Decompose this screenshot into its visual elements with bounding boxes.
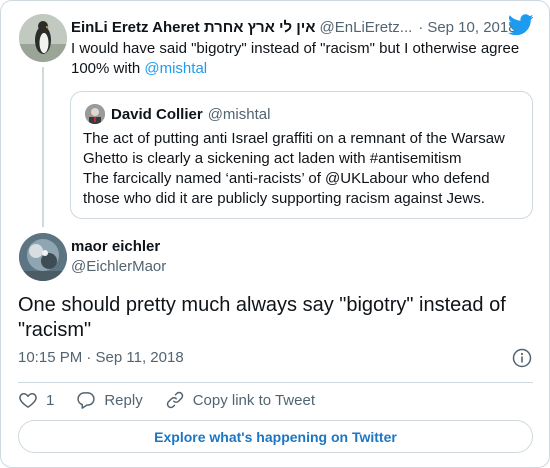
main-author-name[interactable]: maor eichler	[71, 238, 160, 255]
header-separator: ·	[418, 18, 424, 36]
reply-button[interactable]: Reply	[76, 390, 143, 410]
main-author-avatar[interactable]	[19, 233, 67, 281]
quoted-text-line: those who did it are publicly supporting…	[83, 190, 485, 207]
parent-tweet-date[interactable]: Sep 10, 2018	[427, 19, 516, 36]
quoted-text-line: Ghetto is clearly a sickening act laden …	[83, 150, 462, 167]
main-tweet-timestamp[interactable]: 10:15 PM · Sep 11, 2018	[18, 349, 184, 366]
explore-twitter-button[interactable]: Explore what's happening on Twitter	[18, 420, 533, 453]
parent-author-handle[interactable]: @EnLiEretz...	[320, 19, 413, 36]
thread-connector-line	[42, 67, 44, 227]
main-author-handle[interactable]: @EichlerMaor	[71, 258, 166, 275]
like-count: 1	[46, 391, 55, 409]
quoted-tweet-header: David Collier @mishtal	[85, 104, 270, 124]
quoted-text-line: The act of putting anti Israel graffiti …	[83, 130, 505, 147]
twitter-bird-icon[interactable]	[508, 14, 534, 36]
parent-tweet-body: I would have said "bigotry" instead of "…	[71, 40, 520, 77]
parent-tweet-header: EinLi Eretz Aheret אין לי ארץ אחרת @EnLi…	[71, 16, 531, 38]
quoted-author-name: David Collier	[111, 105, 203, 123]
quoted-tweet[interactable]: David Collier @mishtal The act of puttin…	[70, 91, 533, 219]
like-button[interactable]: 1	[18, 390, 54, 410]
quoted-text-line: The farcically named ‘anti-racists’ of @…	[83, 170, 490, 187]
heart-icon	[19, 393, 37, 408]
parent-author-avatar[interactable]	[19, 14, 67, 62]
actions-divider	[18, 382, 533, 383]
link-icon	[166, 391, 183, 409]
parent-author-name[interactable]: EinLi Eretz Aheret אין לי ארץ אחרת	[71, 19, 316, 36]
quoted-author-handle: @mishtal	[207, 105, 271, 123]
tweet-actions: 1 Reply Copy link to Tweet	[18, 389, 337, 411]
info-icon[interactable]	[512, 348, 532, 368]
quoted-tweet-text: The act of putting anti Israel graffiti …	[83, 129, 523, 209]
copy-link-label: Copy link to Tweet	[192, 391, 315, 409]
quoted-author-avatar	[85, 104, 105, 124]
tweet-embed-card: EinLi Eretz Aheret אין לי ארץ אחרת @EnLi…	[0, 0, 550, 468]
reply-icon	[77, 392, 96, 409]
parent-tweet-text: I would have said "bigotry" instead of "…	[71, 39, 531, 79]
mention-link-mishtal[interactable]: @mishtal	[144, 60, 207, 77]
reply-label: Reply	[104, 391, 143, 409]
copy-link-button[interactable]: Copy link to Tweet	[165, 390, 315, 410]
main-tweet-text: One should pretty much always say "bigot…	[18, 294, 506, 341]
